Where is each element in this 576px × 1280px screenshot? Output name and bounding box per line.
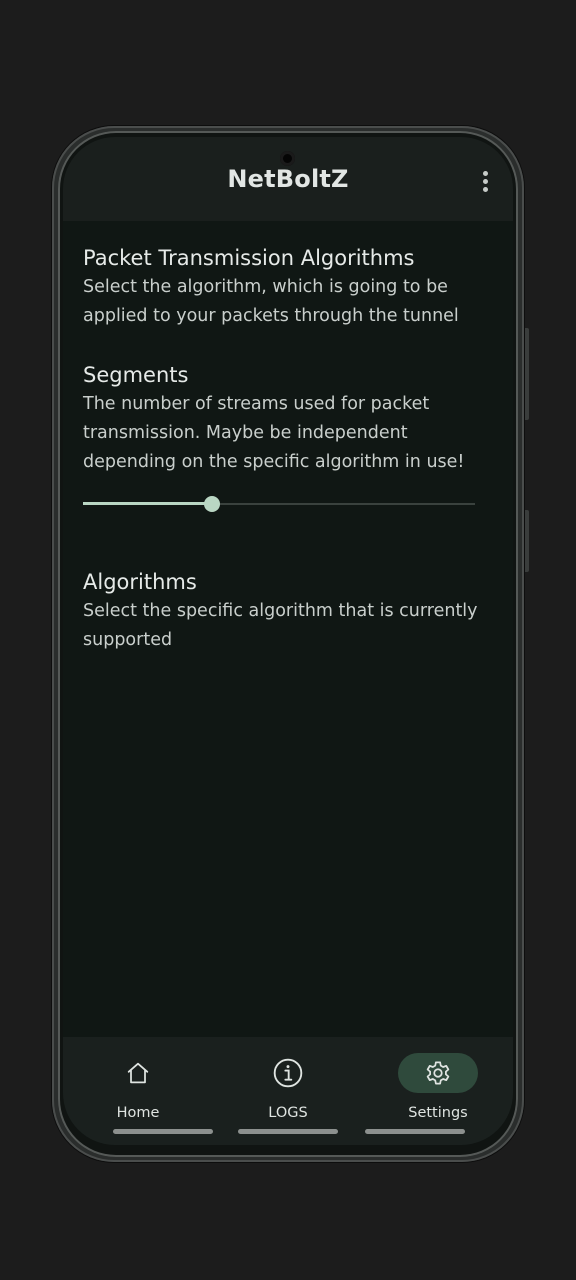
slider-thumb[interactable] [204,496,220,512]
packet-algorithms-section[interactable]: Packet Transmission Algorithms Select th… [83,243,503,331]
power-button [525,510,529,572]
nav-label: Settings [408,1105,468,1121]
nav-label: LOGS [268,1105,308,1121]
nav-item-home[interactable]: Home [78,1053,198,1131]
slider-fill [83,502,212,505]
nav-icon-container-active [398,1053,478,1093]
algorithms-section[interactable]: Algorithms Select the specific algorithm… [83,567,503,655]
front-camera [280,151,295,166]
info-icon [273,1058,303,1088]
home-icon [127,1062,149,1084]
menu-dot [482,178,488,184]
nav-item-logs[interactable]: LOGS [228,1053,348,1131]
app-title: NetBoltZ [227,165,349,193]
nav-indicator [238,1129,338,1134]
nav-label: Home [116,1105,160,1121]
nav-icon-container [248,1053,328,1093]
gear-icon [426,1061,450,1085]
section-description: Select the algorithm, which is going to … [83,277,459,326]
menu-dot [482,186,488,192]
app-screen: NetBoltZ Packet Transmission Algorithms … [63,137,513,1145]
volume-button [525,328,529,420]
section-title: Algorithms [83,570,197,594]
nav-icon-container [98,1053,178,1093]
section-description: The number of streams used for packet tr… [83,394,465,472]
bottom-navigation: Home LOGS Settings [63,1037,513,1145]
section-title: Segments [83,363,189,387]
nav-item-settings[interactable]: Settings [378,1053,498,1131]
segments-slider[interactable] [83,493,475,515]
more-vert-icon[interactable] [473,167,497,195]
menu-dot [482,170,488,176]
segments-section: Segments The number of streams used for … [83,360,503,477]
nav-indicator [113,1129,213,1134]
section-title: Packet Transmission Algorithms [83,246,415,270]
nav-indicator [365,1129,465,1134]
top-app-bar: NetBoltZ [63,137,513,221]
section-description: Select the specific algorithm that is cu… [83,601,478,650]
